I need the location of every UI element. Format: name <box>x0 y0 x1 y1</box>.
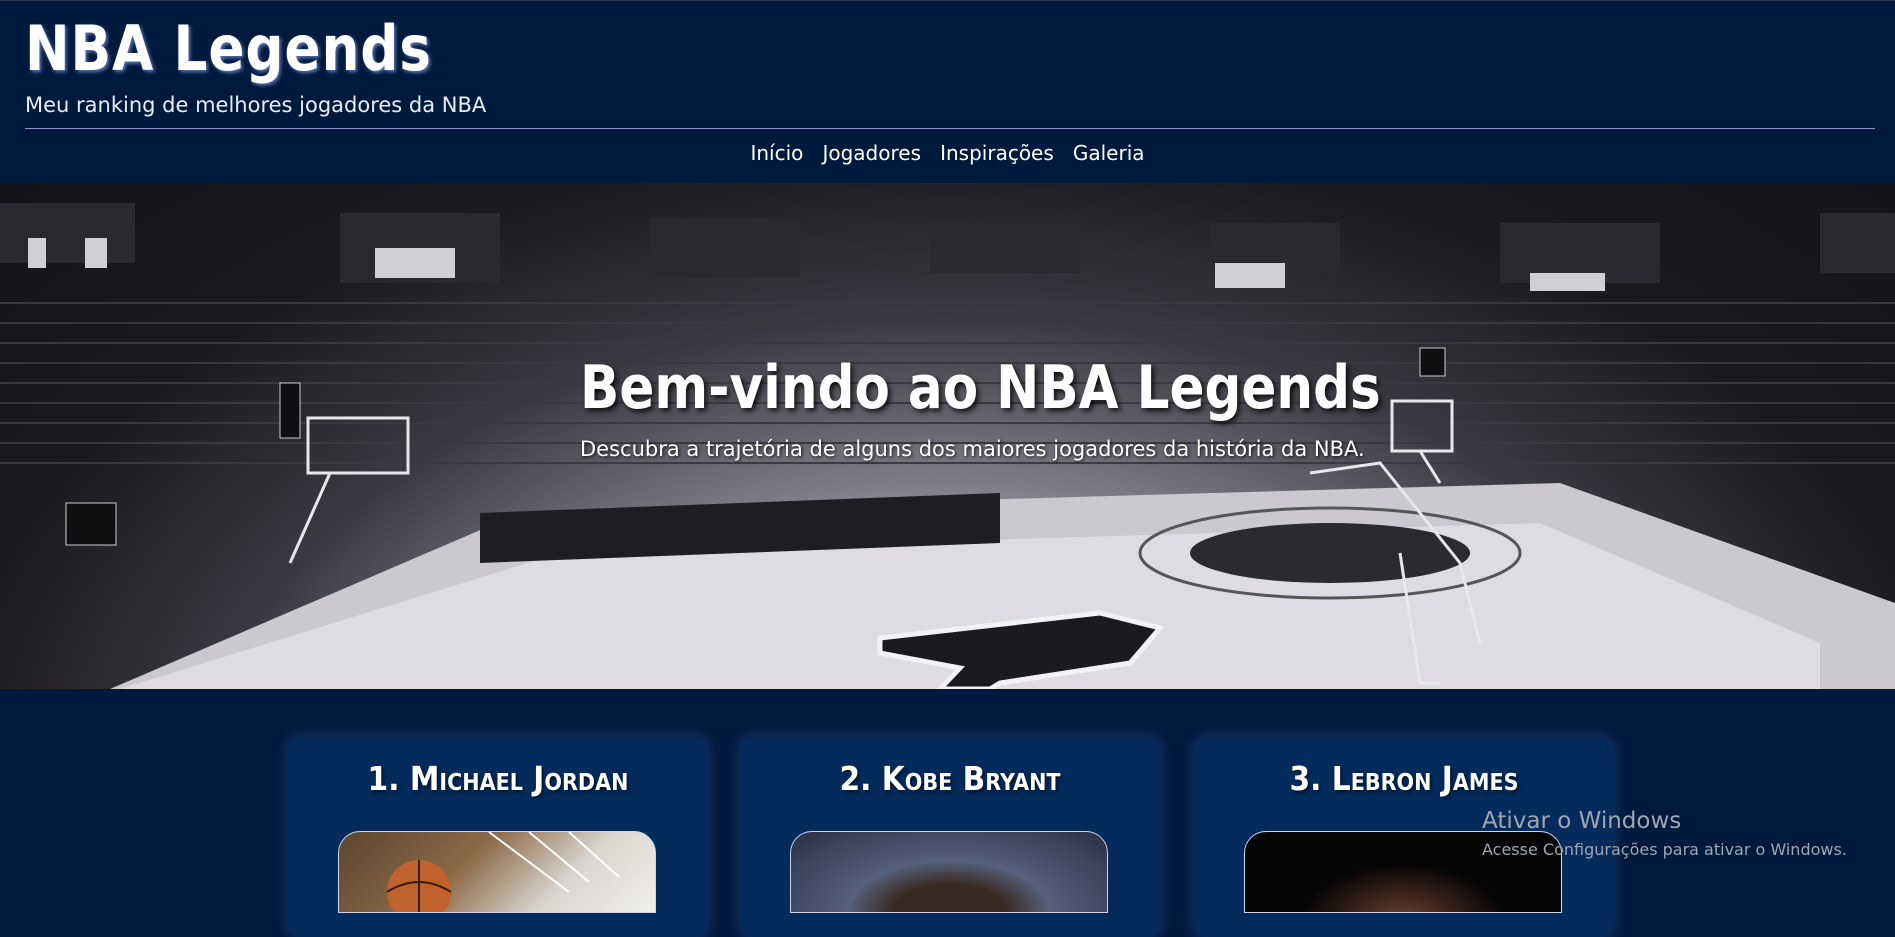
player-card-kobe[interactable]: 2. Kobe Bryant <box>740 737 1160 937</box>
player-photo-jordan <box>338 831 656 913</box>
player-cards: 1. Michael Jordan 2. Kobe Bryant 3. Lebr… <box>0 689 1895 937</box>
nav-link-galeria[interactable]: Galeria <box>1073 141 1145 165</box>
player-card-title: 2. Kobe Bryant <box>839 759 1061 798</box>
hero-text: Bem-vindo ao NBA Legends Descubra a traj… <box>0 183 1895 689</box>
nav-link-inicio[interactable]: Início <box>750 141 803 165</box>
header-divider <box>25 128 1875 129</box>
site-tagline: Meu ranking de melhores jogadores da NBA <box>25 93 487 117</box>
basketball-icon <box>386 832 620 912</box>
site-header: NBA Legends Meu ranking de melhores joga… <box>0 0 1895 184</box>
watermark-subtitle: Acesse Configurações para ativar o Windo… <box>1482 840 1847 859</box>
nav-link-jogadores[interactable]: Jogadores <box>822 141 921 165</box>
watermark-title: Ativar o Windows <box>1482 808 1682 834</box>
main-nav: Início Jogadores Inspirações Galeria <box>0 141 1895 165</box>
windows-activation-watermark: Ativar o Windows Acesse Configurações pa… <box>1482 808 1847 859</box>
player-card-title: 3. Lebron James <box>1289 759 1519 798</box>
nav-link-inspiracoes[interactable]: Inspirações <box>940 141 1054 165</box>
player-card-jordan[interactable]: 1. Michael Jordan <box>288 737 708 937</box>
hero-subtitle: Descubra a trajetória de alguns dos maio… <box>580 437 1365 461</box>
player-photo-kobe <box>790 831 1108 913</box>
hero-title: Bem-vindo ao NBA Legends <box>580 353 1381 423</box>
player-card-title: 1. Michael Jordan <box>367 759 629 798</box>
hero-banner: Bem-vindo ao NBA Legends Descubra a traj… <box>0 183 1895 689</box>
site-logo[interactable]: NBA Legends <box>25 9 432 89</box>
